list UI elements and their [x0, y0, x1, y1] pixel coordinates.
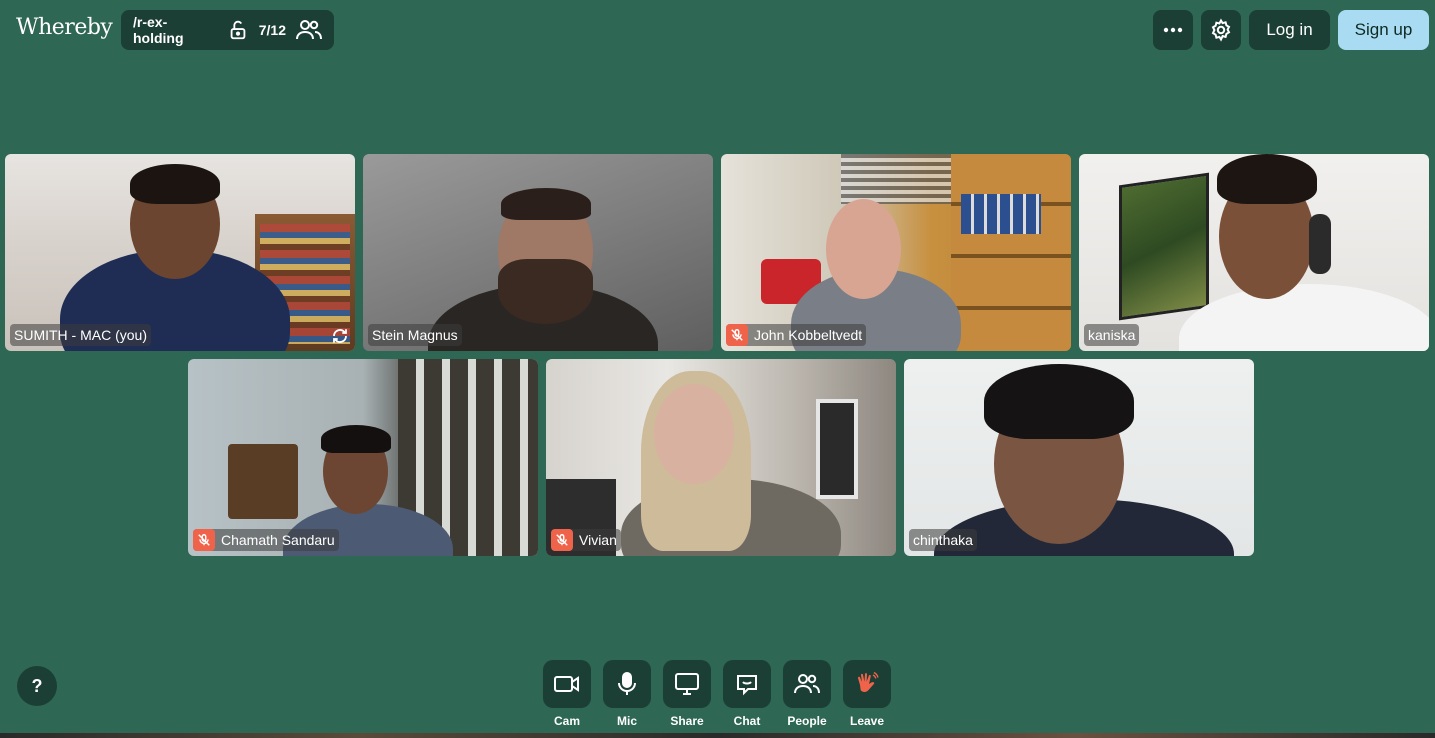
- participant-name: Chamath Sandaru: [221, 532, 335, 548]
- leave-label: Leave: [849, 714, 885, 728]
- participant-name: SUMITH - MAC (you): [14, 327, 147, 343]
- mic-control: Mic: [603, 660, 651, 728]
- cam-button[interactable]: [543, 660, 591, 708]
- sync-icon[interactable]: [331, 327, 349, 345]
- mic-icon: [618, 672, 636, 695]
- share-control: Share: [663, 660, 711, 728]
- lock-open-icon[interactable]: [227, 19, 249, 41]
- share-label: Share: [670, 714, 704, 728]
- participant-name-tag: SUMITH - MAC (you): [10, 324, 151, 346]
- screen-share-icon: [675, 673, 699, 695]
- participant-name-tag: chinthaka: [909, 529, 977, 551]
- participant-name: kaniska: [1088, 327, 1136, 343]
- settings-button[interactable]: [1201, 10, 1241, 50]
- cam-control: Cam: [543, 660, 591, 728]
- chat-icon: [737, 675, 757, 696]
- log-in-button[interactable]: Log in: [1249, 10, 1330, 50]
- participant-count: 7/12: [258, 22, 286, 38]
- people-button[interactable]: [783, 660, 831, 708]
- video-tile[interactable]: John Kobbeltvedt: [721, 154, 1071, 351]
- people-icon: [794, 674, 820, 694]
- participant-name-tag: kaniska: [1084, 324, 1140, 346]
- help-button[interactable]: ?: [17, 666, 57, 706]
- chat-label: Chat: [733, 714, 761, 728]
- sign-up-button[interactable]: Sign up: [1338, 10, 1429, 50]
- camera-icon: [554, 676, 579, 692]
- participant-name: John Kobbeltvedt: [754, 327, 863, 343]
- room-name: /r-ex-holding: [133, 14, 184, 46]
- chat-control: Chat: [723, 660, 771, 728]
- video-tile[interactable]: kaniska: [1079, 154, 1429, 351]
- video-tile[interactable]: Vivian: [546, 359, 896, 556]
- video-tile[interactable]: Chamath Sandaru: [188, 359, 538, 556]
- top-bar: Whereby /r-ex-holding 7/12 Log in Sign u…: [0, 0, 1435, 60]
- cam-label: Cam: [553, 714, 580, 728]
- more-icon: [1163, 27, 1183, 33]
- mic-off-icon: [726, 324, 748, 346]
- leave-hand-icon: [857, 671, 879, 692]
- participant-name-tag: John Kobbeltvedt: [726, 324, 867, 346]
- whereby-logo[interactable]: Whereby: [16, 15, 113, 40]
- video-tile[interactable]: SUMITH - MAC (you): [5, 154, 355, 351]
- more-options-button[interactable]: [1153, 10, 1193, 50]
- share-button[interactable]: [663, 660, 711, 708]
- video-tile[interactable]: chinthaka: [904, 359, 1254, 556]
- gear-icon: [1211, 18, 1231, 42]
- participant-name: chinthaka: [913, 532, 973, 548]
- leave-button[interactable]: [843, 660, 891, 708]
- room-info-pill[interactable]: /r-ex-holding 7/12: [121, 10, 334, 50]
- people-control: People: [783, 660, 831, 728]
- chat-button[interactable]: [723, 660, 771, 708]
- participant-name-tag: Chamath Sandaru: [193, 529, 339, 551]
- people-icon[interactable]: [296, 19, 322, 41]
- mic-off-icon: [551, 529, 573, 551]
- video-tile[interactable]: Stein Magnus: [363, 154, 713, 351]
- people-label: People: [787, 714, 827, 728]
- participant-name-tag: Stein Magnus: [368, 324, 462, 346]
- mic-off-icon: [193, 529, 215, 551]
- leave-control: Leave: [843, 660, 891, 728]
- mic-button[interactable]: [603, 660, 651, 708]
- participant-name: Vivian: [579, 532, 617, 548]
- participant-name-tag: Vivian: [551, 529, 621, 551]
- bottom-edge-strip: [0, 733, 1435, 738]
- mic-label: Mic: [616, 714, 637, 728]
- participant-name: Stein Magnus: [372, 327, 458, 343]
